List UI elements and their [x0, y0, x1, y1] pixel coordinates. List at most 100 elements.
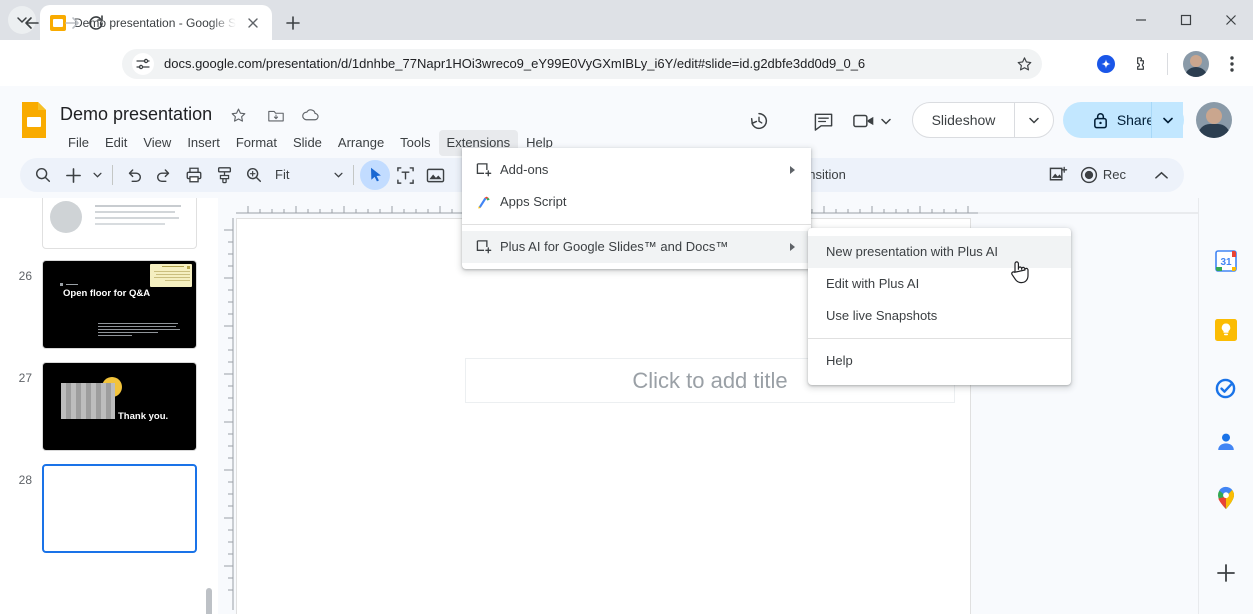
addon-icon [476, 239, 500, 256]
print-icon [186, 167, 202, 183]
slideshow-button[interactable]: Slideshow [912, 102, 1054, 138]
undo-icon [128, 169, 142, 183]
chevron-down-icon [92, 172, 102, 178]
present-dropdown-caret[interactable] [876, 104, 896, 138]
star-icon[interactable] [228, 105, 248, 125]
menu-item-label: Plus AI for Google Slides™ and Docs™ [500, 239, 729, 254]
browser-profile-button[interactable] [1182, 50, 1210, 78]
text-box-icon [397, 166, 414, 184]
new-slide-dropdown-caret[interactable] [88, 160, 106, 190]
reload-icon [89, 15, 103, 30]
slideshow-label: Slideshow [931, 112, 996, 128]
back-button[interactable] [16, 7, 48, 39]
account-avatar[interactable] [1196, 102, 1232, 138]
gemini-button[interactable] [1092, 50, 1120, 78]
menu-insert[interactable]: Insert [179, 130, 228, 156]
slide-number: 28 [18, 473, 32, 487]
site-settings-icon[interactable] [132, 53, 154, 75]
move-to-folder-icon[interactable] [266, 105, 286, 125]
search-icon[interactable] [28, 160, 58, 190]
filmstrip-slide-26[interactable]: 26 Open floor for Q&A [0, 260, 218, 349]
window-minimize-button[interactable] [1126, 6, 1156, 34]
thumbnail-title: Thank you. [118, 411, 169, 422]
zoom-dropdown-caret[interactable] [329, 160, 347, 190]
zoom-level-label[interactable]: Fit [269, 166, 295, 184]
slide-thumbnail-selected[interactable] [42, 464, 197, 553]
google-contacts-button[interactable] [1213, 429, 1239, 455]
new-slide-button[interactable] [58, 160, 88, 190]
record-button[interactable]: Rec [1074, 166, 1132, 184]
slide-filmstrip[interactable]: 25 26 [0, 198, 218, 614]
back-arrow-icon [25, 17, 39, 29]
browser-menu-button[interactable] [1218, 50, 1246, 78]
menu-item-apps-script[interactable]: Apps Script [462, 186, 811, 218]
submenu-arrow-icon [790, 166, 795, 174]
menu-view[interactable]: View [135, 130, 179, 156]
version-history-button[interactable] [742, 104, 776, 138]
filmstrip-scrollbar[interactable] [206, 588, 212, 614]
paint-format-icon [217, 167, 231, 184]
select-cursor-icon [370, 167, 381, 182]
slide-number: 26 [18, 269, 32, 283]
tasks-check-icon [1215, 378, 1236, 399]
menu-tools[interactable]: Tools [392, 130, 438, 156]
undo-button[interactable] [119, 160, 149, 190]
address-bar[interactable]: docs.google.com/presentation/d/1dnhbe_77… [122, 49, 1042, 79]
google-maps-button[interactable] [1213, 485, 1239, 511]
document-title[interactable]: Demo presentation [60, 102, 212, 126]
window-close-button[interactable] [1216, 6, 1246, 34]
menu-format[interactable]: Format [228, 130, 285, 156]
bookmark-star-icon[interactable] [1012, 52, 1036, 76]
record-label: Rec [1102, 167, 1126, 182]
title-placeholder-text: Click to add title [632, 367, 788, 393]
apps-script-icon [476, 194, 500, 211]
zoom-button[interactable] [239, 160, 269, 190]
menu-item-label: Apps Script [500, 194, 567, 209]
close-icon [1226, 15, 1236, 25]
add-addon-button[interactable] [1213, 560, 1239, 586]
background-image-button[interactable] [1044, 160, 1074, 190]
menu-slide[interactable]: Slide [285, 130, 330, 156]
user-avatar [1196, 102, 1232, 138]
redo-button[interactable] [149, 160, 179, 190]
menu-arrange[interactable]: Arrange [330, 130, 392, 156]
profile-avatar [1183, 51, 1209, 77]
slide-thumbnail[interactable] [42, 198, 197, 249]
menu-edit[interactable]: Edit [97, 130, 135, 156]
menu-item-plus-ai[interactable]: Plus AI for Google Slides™ and Docs™ [462, 231, 811, 263]
share-label: Share [1116, 112, 1155, 128]
select-cursor-button[interactable] [360, 160, 391, 190]
print-button[interactable] [179, 160, 209, 190]
redo-icon [156, 169, 170, 183]
comment-button[interactable] [806, 104, 840, 138]
cloud-saved-icon[interactable] [300, 105, 320, 125]
insert-image-button[interactable] [420, 160, 450, 190]
new-tab-button[interactable] [280, 10, 306, 36]
submenu-item-help[interactable]: Help [808, 345, 1071, 377]
slide-thumbnail[interactable]: Open floor for Q&A [42, 260, 197, 349]
window-maximize-button[interactable] [1171, 6, 1201, 34]
close-tab-icon[interactable] [244, 14, 262, 32]
zoom-icon [246, 167, 262, 183]
slideshow-dropdown-caret[interactable] [1015, 117, 1053, 124]
reload-button[interactable] [80, 7, 112, 39]
menu-file[interactable]: File [60, 130, 97, 156]
google-keep-button[interactable] [1213, 317, 1239, 343]
filmstrip-slide-28[interactable]: 28 [0, 464, 218, 553]
collapse-toolbar-button[interactable] [1146, 160, 1176, 190]
google-calendar-button[interactable]: 31 [1213, 248, 1239, 274]
text-box-button[interactable] [390, 160, 420, 190]
menu-item-add-ons[interactable]: Add-ons [462, 154, 811, 186]
google-tasks-button[interactable] [1213, 375, 1239, 401]
svg-text:31: 31 [1220, 257, 1232, 268]
extensions-button[interactable] [1126, 50, 1154, 78]
forward-arrow-icon [65, 17, 79, 29]
filmstrip-slide-25[interactable]: 25 [0, 198, 218, 249]
plus-ai-submenu[interactable]: New presentation with Plus AI Edit with … [808, 228, 1071, 385]
submenu-item-use-live-snapshots[interactable]: Use live Snapshots [808, 300, 1071, 332]
extensions-dropdown-menu[interactable]: Add-ons Apps Script Plus AI for Google S… [462, 148, 811, 269]
slide-thumbnail[interactable]: Thank you. [42, 362, 197, 451]
filmstrip-slide-27[interactable]: 27 Thank you. [0, 362, 218, 451]
paint-format-button[interactable] [209, 160, 239, 190]
calendar-icon: 31 [1215, 250, 1237, 272]
